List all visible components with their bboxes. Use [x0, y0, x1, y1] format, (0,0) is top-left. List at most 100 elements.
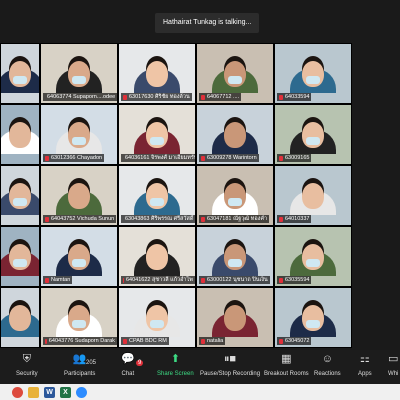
- face-mask: [306, 136, 320, 145]
- participant-video-tile[interactable]: 64041622 สุชาวลี แก้วอำไพ: [118, 226, 196, 287]
- apps-button[interactable]: ⚏ Apps: [358, 352, 372, 378]
- participant-video-tile[interactable]: 63012366 Chayadon: [40, 104, 118, 165]
- participant-nameplate: 63043863 ศิริพรรณ ศรีสวัสดิ์: [121, 215, 195, 223]
- participant-nameplate: 64063774 Supaporn....odee: [43, 93, 117, 101]
- folder-icon[interactable]: [28, 387, 39, 398]
- participant-name: natalia: [207, 338, 224, 344]
- video-gallery: 64063774 Supaporn....odee 63017630 ศิริชั…: [0, 43, 400, 348]
- participant-video-tile[interactable]: 64033594: [274, 43, 352, 104]
- participant-nameplate: 64067712 ....: [199, 93, 242, 101]
- whiteboard-button[interactable]: ▭ Whi: [388, 352, 398, 378]
- muted-mic-icon: [123, 277, 124, 283]
- active-speaker-banner: Hathairat Tunkag is talking...: [155, 13, 260, 33]
- participant-video-tile[interactable]: [0, 165, 40, 226]
- participant-nameplate: 64036161 จิรพงศ์ มาเอี่ยมทรัพย์: [121, 154, 195, 162]
- reactions-button[interactable]: ☺ Reactions: [314, 352, 341, 378]
- shield-icon: ⛨: [22, 353, 31, 365]
- participant-name: CPAB BDC RM: [129, 338, 167, 344]
- face-mask: [72, 136, 86, 145]
- breakout-icon: ▦: [281, 353, 292, 365]
- face-mask: [306, 258, 320, 267]
- participant-video-tile[interactable]: 63045072: [274, 287, 352, 348]
- chat-icon: 💬: [121, 353, 135, 365]
- muted-mic-icon: [123, 94, 127, 100]
- face-mask: [228, 75, 242, 84]
- face-mask: [13, 258, 27, 267]
- participant-face: [9, 121, 31, 148]
- muted-mic-icon: [45, 338, 47, 344]
- chrome-icon[interactable]: [12, 387, 23, 398]
- participant-name: 63012366 Chayadon: [51, 155, 103, 161]
- participant-video-tile[interactable]: 63009165: [274, 104, 352, 165]
- participant-name: 63047181 ณัฐวุฒิ ทองคำ: [207, 216, 268, 222]
- apps-icon: ⚏: [359, 353, 370, 365]
- participant-video-tile[interactable]: 64043752 Vichuda Sunun: [40, 165, 118, 226]
- participant-nameplate: 63012366 Chayadon: [43, 154, 105, 162]
- participant-face: [302, 182, 324, 209]
- face-mask: [72, 75, 86, 84]
- excel-icon[interactable]: X: [60, 387, 71, 398]
- muted-mic-icon: [201, 338, 205, 344]
- participant-video-tile[interactable]: 63043863 ศิริพรรณ ศรีสวัสดิ์: [118, 165, 196, 226]
- participant-video-tile[interactable]: 64067712 ....: [196, 43, 274, 104]
- muted-mic-icon: [201, 277, 205, 283]
- participant-name: 64063774 Supaporn....odee: [47, 94, 116, 100]
- word-icon[interactable]: W: [44, 387, 55, 398]
- participant-video-tile[interactable]: [0, 226, 40, 287]
- muted-mic-icon: [45, 216, 49, 222]
- muted-mic-icon: [279, 216, 283, 222]
- face-mask: [228, 197, 242, 206]
- participant-name: 63009165: [285, 155, 310, 161]
- security-button[interactable]: ⛨ Security: [16, 352, 38, 378]
- participant-nameplate: 64033594: [277, 93, 312, 101]
- participant-nameplate: 63035594: [277, 276, 312, 284]
- participant-video-tile[interactable]: CPAB BDC RM: [118, 287, 196, 348]
- participant-video-tile[interactable]: 63009278 Warintorn: [196, 104, 274, 165]
- participant-video-tile[interactable]: 63000122 นุชนาถ ปิ่นเงิน: [196, 226, 274, 287]
- meeting-top-bar: Hathairat Tunkag is talking...: [0, 0, 400, 40]
- participant-name: 64041622 สุชาวลี แก้วอำไพ: [125, 277, 193, 283]
- participant-video-tile[interactable]: 63017630 ศิริชัย ทองล้วน: [118, 43, 196, 104]
- face-mask: [150, 136, 164, 145]
- participant-name: 64043776 Sudaporn Darak: [48, 338, 115, 344]
- zoom-icon[interactable]: [76, 387, 87, 398]
- participant-video-tile[interactable]: natalia: [196, 287, 274, 348]
- share-screen-button[interactable]: ⬆ Share Screen: [157, 352, 194, 378]
- participant-nameplate: 64041622 สุชาวลี แก้วอำไพ: [121, 276, 195, 284]
- muted-mic-icon: [279, 277, 283, 283]
- participant-name: 64033594: [285, 94, 310, 100]
- participant-video-tile[interactable]: [0, 43, 40, 104]
- face-mask: [150, 319, 164, 328]
- meeting-toolbar: ⛨ Security 👥 Participants 205 💬 Chat 9 ⬆…: [0, 350, 400, 384]
- muted-mic-icon: [279, 94, 283, 100]
- participant-nameplate: 63045072: [277, 337, 312, 345]
- record-button[interactable]: ⏸■ Pause/Stop Recording: [200, 352, 260, 378]
- chat-button[interactable]: 💬 Chat: [121, 352, 135, 378]
- participant-video-tile[interactable]: 64036161 จิรพงศ์ มาเอี่ยมทรัพย์: [118, 104, 196, 165]
- participant-nameplate: natalia: [199, 337, 226, 345]
- participant-face: [68, 182, 90, 209]
- participant-name: 63043863 ศิริพรรณ ศรีสวัสดิ์: [125, 216, 194, 222]
- participant-video-tile[interactable]: 64010337: [274, 165, 352, 226]
- whiteboard-icon: ▭: [388, 353, 399, 365]
- muted-mic-icon: [201, 94, 205, 100]
- participant-video-tile[interactable]: 64063774 Supaporn....odee: [40, 43, 118, 104]
- participant-face: [224, 121, 246, 148]
- participant-nameplate: 63047181 ณัฐวุฒิ ทองคำ: [199, 215, 270, 223]
- participant-name: 64036161 จิรพงศ์ มาเอี่ยมทรัพย์: [125, 155, 195, 161]
- muted-mic-icon: [45, 277, 49, 283]
- participant-nameplate: 63017630 ศิริชัย ทองล้วน: [121, 93, 192, 101]
- participant-video-tile[interactable]: 64043776 Sudaporn Darak: [40, 287, 118, 348]
- people-icon: 👥: [72, 353, 87, 365]
- participant-video-tile[interactable]: 63035594: [274, 226, 352, 287]
- face-mask: [13, 197, 27, 206]
- participant-video-tile[interactable]: [0, 287, 40, 348]
- participant-name: 64010337: [285, 216, 310, 222]
- participant-video-tile[interactable]: 63047181 ณัฐวุฒิ ทองคำ: [196, 165, 274, 226]
- breakout-rooms-button[interactable]: ▦ Breakout Rooms: [264, 352, 309, 378]
- participant-video-tile[interactable]: [0, 104, 40, 165]
- smile-icon: ☺: [321, 353, 333, 365]
- participant-video-tile[interactable]: Namtan: [40, 226, 118, 287]
- participant-nameplate: 63009278 Warintorn: [199, 154, 259, 162]
- share-screen-icon: ⬆: [170, 353, 180, 365]
